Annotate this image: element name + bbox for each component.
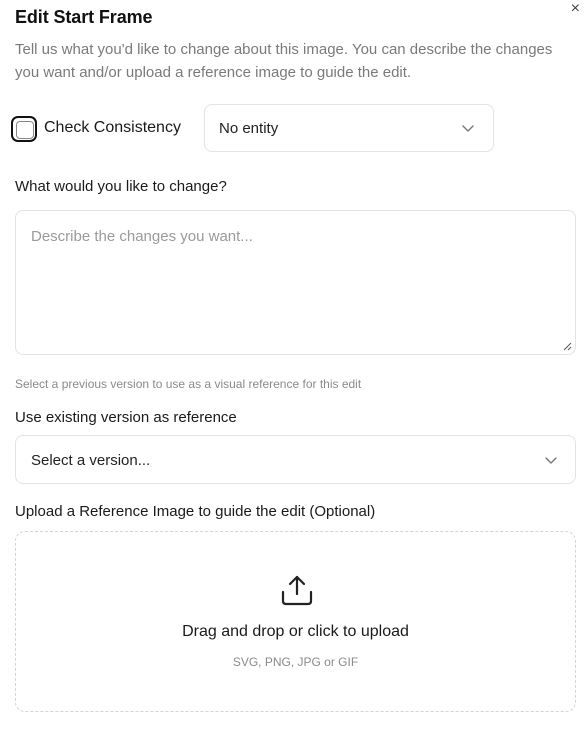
upload-icon bbox=[281, 575, 313, 606]
upload-dropzone[interactable]: Drag and drop or click to upload SVG, PN… bbox=[15, 531, 576, 712]
check-consistency-label[interactable]: Check Consistency bbox=[44, 119, 181, 137]
check-consistency-checkbox[interactable] bbox=[11, 116, 37, 142]
dialog-description: Tell us what you'd like to change about … bbox=[15, 41, 553, 81]
entity-select-value: No entity bbox=[219, 120, 279, 137]
dialog-title: Edit Start Frame bbox=[15, 7, 153, 27]
change-description-placeholder: Describe the changes you want... bbox=[31, 228, 253, 245]
chevron-down-icon bbox=[462, 125, 474, 132]
change-description-textarea[interactable]: Describe the changes you want... bbox=[15, 210, 576, 355]
close-icon[interactable]: × bbox=[571, 1, 580, 17]
upload-formats: SVG, PNG, JPG or GIF bbox=[232, 655, 359, 669]
resize-handle-icon[interactable] bbox=[563, 342, 572, 351]
edit-start-frame-dialog: Edit Start Frame × Tell us what you'd li… bbox=[0, 0, 588, 738]
consistency-row: Check Consistency No entity bbox=[11, 104, 495, 152]
entity-select[interactable]: No entity bbox=[204, 104, 494, 152]
chevron-down-icon bbox=[545, 457, 557, 464]
upload-title: Drag and drop or click to upload bbox=[182, 623, 409, 640]
version-label: Use existing version as reference bbox=[15, 409, 237, 426]
version-select-value: Select a version... bbox=[31, 452, 151, 469]
upload-label: Upload a Reference Image to guide the ed… bbox=[15, 503, 376, 520]
version-select[interactable]: Select a version... bbox=[15, 435, 576, 484]
version-hint: Select a previous version to use as a vi… bbox=[15, 377, 362, 391]
change-label: What would you like to change? bbox=[15, 178, 227, 195]
